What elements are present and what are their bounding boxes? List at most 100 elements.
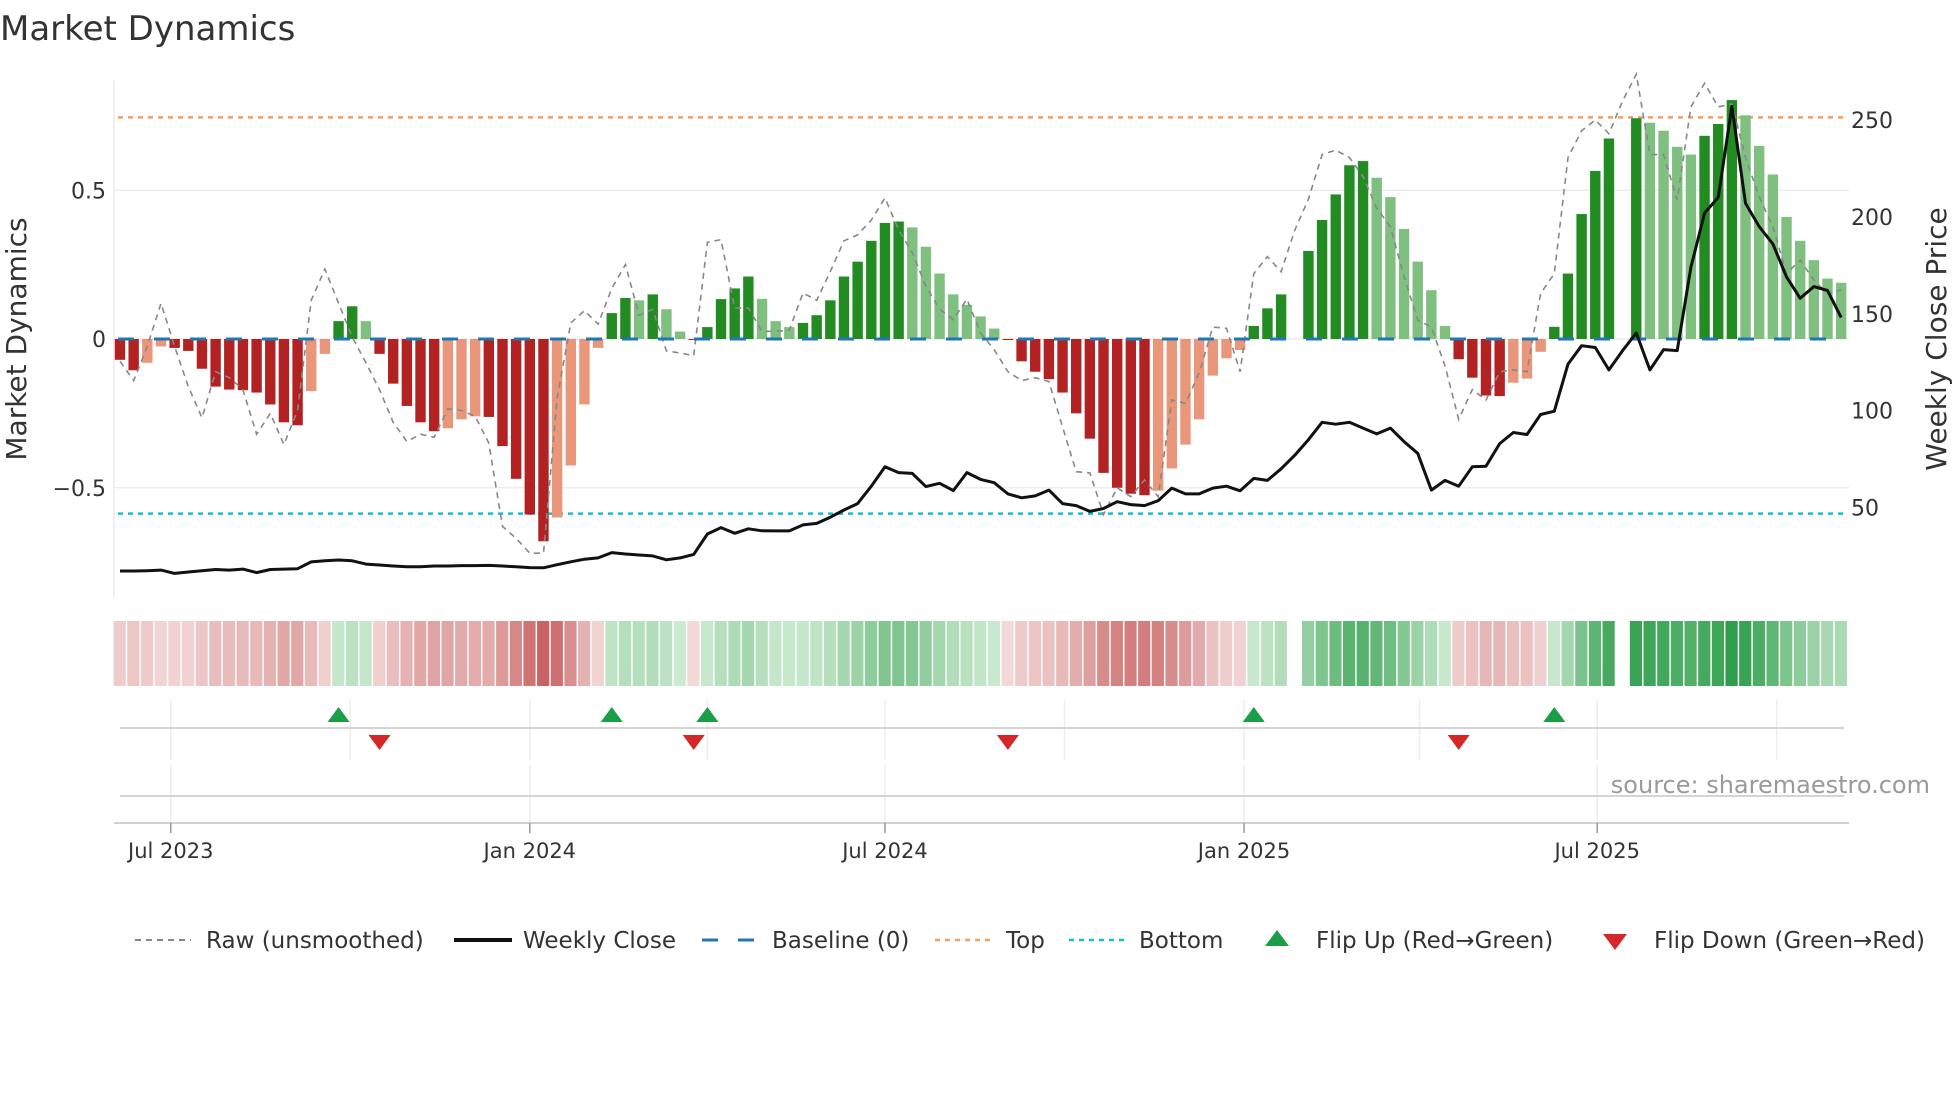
heatmap-cell <box>700 621 714 686</box>
heatmap-cell <box>1247 621 1260 686</box>
heatmap-cell <box>1479 621 1492 686</box>
heatmap-cell <box>263 621 277 686</box>
heatmap-cell <box>1302 621 1315 686</box>
dynamics-bar <box>1166 339 1178 469</box>
heatmap-cell <box>414 621 427 686</box>
dynamics-bar <box>1549 326 1560 339</box>
dynamics-bar <box>565 339 576 466</box>
heatmap-cell <box>127 621 140 686</box>
dynamics-bar <box>1822 278 1833 339</box>
heatmap-cell <box>318 621 331 686</box>
heatmap-cell <box>550 621 563 686</box>
heatmap-cell <box>1807 621 1820 686</box>
heatmap-cell <box>1056 621 1069 686</box>
heatmap-cell <box>1274 621 1287 686</box>
heatmap-cell <box>441 621 454 686</box>
dynamics-bar <box>278 339 290 423</box>
heatmap-cell <box>1165 621 1178 686</box>
y-tick-label-left: −0.5 <box>53 477 106 502</box>
dynamics-bar <box>1344 165 1355 339</box>
dynamics-bar <box>1248 325 1259 339</box>
dynamics-bar <box>224 339 235 390</box>
heatmap-cell <box>660 621 673 686</box>
dynamics-bar <box>1808 260 1820 339</box>
dynamics-bar <box>1412 261 1423 339</box>
y-axis-label-right: Weekly Close Price <box>1920 207 1953 470</box>
y-tick-label-right: 50 <box>1851 497 1879 522</box>
dynamics-bar <box>1057 339 1068 393</box>
dynamics-bar <box>1603 138 1615 339</box>
heatmap-cell <box>1602 621 1615 686</box>
dynamics-bar <box>524 339 535 515</box>
heatmap-cell <box>222 621 236 686</box>
heatmap-cell <box>1739 621 1752 686</box>
dynamics-bar <box>333 321 344 339</box>
heatmap-cell <box>1424 621 1438 686</box>
heatmap-cell <box>946 621 960 686</box>
heatmap-cell <box>987 621 1001 686</box>
heatmap-cell <box>782 621 796 686</box>
dynamics-bar <box>1139 339 1150 496</box>
dynamics-bar <box>1754 145 1765 339</box>
heatmap-cell <box>1192 621 1205 686</box>
market-dynamics-chart: Market Dynamics 0.5 0 −0.5 50 100 150 200 250 Ju… <box>0 0 1960 1102</box>
heatmap-cell <box>140 621 154 686</box>
dynamics-bar <box>347 306 358 339</box>
heatmap-cell <box>1547 621 1561 686</box>
heatmap-cell <box>823 621 837 686</box>
heatmap-cell <box>523 621 536 686</box>
dynamics-bar <box>702 327 713 339</box>
heatmap-cell <box>933 621 946 686</box>
x-tick-label: Jul 2023 <box>126 839 213 863</box>
dynamics-bar <box>1713 123 1724 339</box>
heatmap-cell <box>1561 621 1574 686</box>
heatmap-cell <box>455 621 468 686</box>
legend-label: Raw (unsmoothed) <box>206 928 424 954</box>
heatmap-cell <box>1233 621 1246 686</box>
heatmap-cell <box>1575 621 1588 686</box>
dynamics-bar <box>715 299 727 339</box>
heatmap-cell <box>1821 621 1834 686</box>
heatmap-cell <box>373 621 386 686</box>
heatmap-cell <box>1834 621 1847 686</box>
heatmap-cell <box>359 621 372 686</box>
dynamics-bar <box>374 339 385 354</box>
heatmap-cell <box>209 621 222 686</box>
heatmap-cell <box>864 621 878 686</box>
heatmap-cell <box>1397 621 1410 686</box>
dynamics-bar <box>1084 339 1096 439</box>
heatmap-strip <box>113 621 1847 686</box>
dynamics-bar <box>1521 339 1533 379</box>
dynamics-bar <box>169 339 180 348</box>
heatmap-cell <box>1356 621 1369 686</box>
dynamics-bar <box>196 339 208 369</box>
dynamics-bar <box>756 298 768 339</box>
heatmap-cell <box>1097 621 1110 686</box>
dynamics-bar <box>579 339 590 405</box>
dynamics-bar <box>1180 339 1191 445</box>
dynamics-bar <box>1767 174 1779 339</box>
heatmap-cell <box>537 621 550 686</box>
heatmap-cell <box>1438 621 1451 686</box>
dynamics-bar <box>1480 339 1492 396</box>
dynamics-bar <box>647 294 658 339</box>
heatmap-cell <box>1001 621 1014 686</box>
legend-label: Baseline (0) <box>772 928 909 954</box>
heatmap-cell <box>1629 621 1643 686</box>
heatmap-cell <box>646 621 659 686</box>
heatmap-cell <box>1643 621 1656 686</box>
heatmap-cell <box>427 621 440 686</box>
heatmap-cell <box>168 621 181 686</box>
y-tick-label-right: 100 <box>1851 400 1893 425</box>
dynamics-bar <box>770 321 781 339</box>
dynamics-bar <box>620 297 631 339</box>
dynamics-bar <box>866 240 877 339</box>
dynamics-bar <box>251 339 262 393</box>
heatmap-cell <box>345 621 359 686</box>
heatmap-cell <box>892 621 905 686</box>
heatmap-cell <box>1520 621 1533 686</box>
dynamics-bar <box>1043 339 1055 380</box>
dynamics-bar <box>1002 339 1014 340</box>
heatmap-cell <box>1698 621 1711 686</box>
dynamics-bar <box>237 339 249 391</box>
